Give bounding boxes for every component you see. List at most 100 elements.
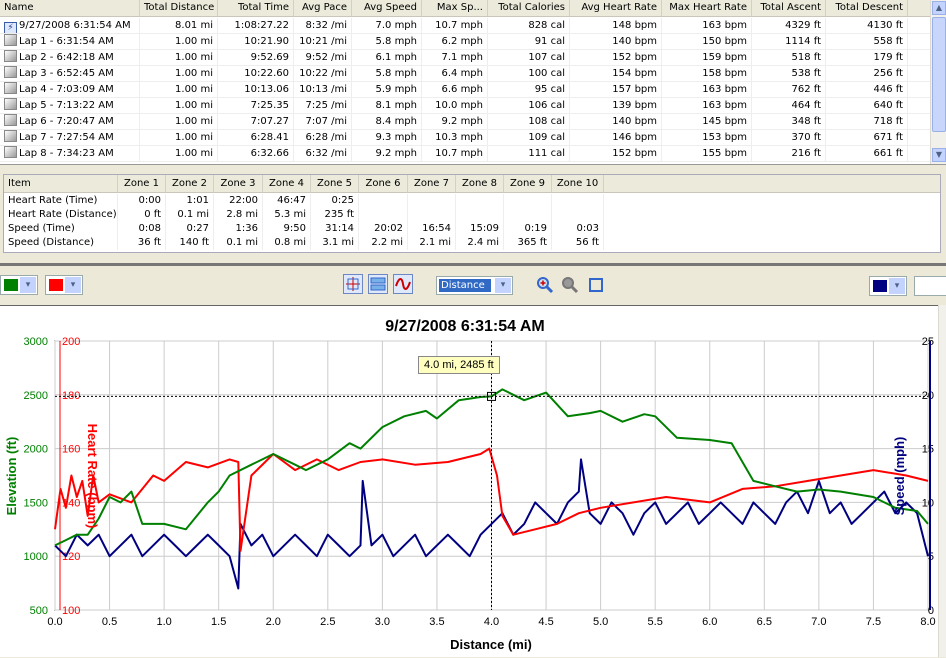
cell-value: 1.00 mi bbox=[175, 116, 213, 127]
table-row[interactable]: Heart Rate (Time) 0:00 1:01 22:00 46:47 0:25 bbox=[4, 194, 940, 208]
cell-value: 10:21.90 bbox=[244, 36, 289, 47]
column-header[interactable]: Zone 2 bbox=[166, 175, 214, 192]
table-row[interactable]: Lap 1 - 6:31:54 AM 1.00 mi 10:21.90 10:21 /… bbox=[0, 34, 930, 50]
zoom-out-icon bbox=[562, 277, 579, 294]
column-header[interactable]: Total Time bbox=[218, 0, 294, 16]
column-header[interactable]: Zone 7 bbox=[408, 175, 456, 192]
cell-value: 0:19 bbox=[524, 223, 547, 234]
cell-value: 0:08 bbox=[138, 223, 161, 234]
cell-value: 179 ft bbox=[873, 52, 903, 63]
table-row[interactable]: Lap 7 - 7:27:54 AM 1.00 mi 6:28.41 6:28 /mi… bbox=[0, 130, 930, 146]
column-header[interactable]: Zone 10 bbox=[552, 175, 604, 192]
table-cell: 10.3 mph bbox=[422, 130, 488, 145]
table-cell: 2.4 mi bbox=[456, 236, 504, 250]
cell-value: 661 ft bbox=[873, 148, 903, 159]
column-header[interactable]: Zone 8 bbox=[456, 175, 504, 192]
cell-value: 6.4 mph bbox=[441, 68, 483, 79]
table-cell: Heart Rate (Distance) bbox=[4, 208, 118, 222]
table-cell: 558 ft bbox=[826, 34, 908, 49]
x-axis-select[interactable]: Distance ▾ bbox=[436, 276, 513, 295]
column-header[interactable]: Total Distance bbox=[140, 0, 218, 16]
table-row[interactable]: Lap 2 - 6:42:18 AM 1.00 mi 9:52.69 9:52 /mi… bbox=[0, 50, 930, 66]
table-cell: Heart Rate (Time) bbox=[4, 194, 118, 208]
cell-value: 7:25 /mi bbox=[305, 100, 347, 111]
column-header[interactable]: Max Heart Rate bbox=[662, 0, 752, 16]
column-header[interactable]: Zone 6 bbox=[359, 175, 408, 192]
table-cell: 146 bpm bbox=[570, 130, 662, 145]
laps-scrollbar[interactable]: ▲ ▼ bbox=[930, 0, 946, 164]
cell-value: 1.00 mi bbox=[175, 84, 213, 95]
column-header[interactable]: Name bbox=[0, 0, 140, 16]
table-cell: 1.00 mi bbox=[140, 34, 218, 49]
crosshair-button[interactable] bbox=[343, 274, 363, 294]
cell-value: 153 bpm bbox=[702, 132, 747, 143]
table-cell: Speed (Time) bbox=[4, 222, 118, 236]
right-color-select-1[interactable]: ▾ bbox=[869, 276, 907, 296]
table-row[interactable]: Speed (Time) 0:08 0:27 1:36 9:50 31:14 20:02 16… bbox=[4, 222, 940, 236]
cell-value: 22:00 bbox=[229, 195, 258, 206]
table-row[interactable]: Lap 4 - 7:03:09 AM 1.00 mi 10:13.06 10:13 /… bbox=[0, 82, 930, 98]
scroll-up-button[interactable]: ▲ bbox=[932, 1, 946, 15]
cell-value: 140 bpm bbox=[612, 36, 657, 47]
cell-value: 1114 ft bbox=[785, 36, 821, 47]
cell-value: 0 ft bbox=[144, 209, 161, 220]
smoothing-button[interactable] bbox=[393, 274, 413, 294]
left-color-select-2[interactable]: ▾ bbox=[45, 275, 83, 295]
table-row[interactable]: ⚡ 9/27/2008 6:31:54 AM 8.01 mi 1:08:27.22 8:… bbox=[0, 18, 930, 34]
column-header[interactable]: Total Calories bbox=[488, 0, 570, 16]
table-cell: 0.1 mi bbox=[166, 208, 214, 222]
x-tick-label: 1.5 bbox=[211, 616, 226, 628]
x-tick-label: 2.5 bbox=[320, 616, 335, 628]
scroll-thumb[interactable] bbox=[932, 17, 946, 132]
zoom-fit-button[interactable] bbox=[587, 276, 605, 294]
column-header[interactable]: Zone 9 bbox=[504, 175, 552, 192]
column-header[interactable]: Total Ascent bbox=[752, 0, 826, 16]
column-header[interactable]: Avg Heart Rate bbox=[570, 0, 662, 16]
zoom-out-button[interactable] bbox=[561, 276, 579, 294]
table-cell: 10:21.90 bbox=[218, 34, 294, 49]
table-cell: 1.00 mi bbox=[140, 130, 218, 145]
laps-table-header: Name Total Distance Total Time Avg Pace Avg … bbox=[0, 0, 930, 17]
x-axis-label: Distance (mi) bbox=[450, 637, 532, 652]
table-cell: 148 bpm bbox=[570, 18, 662, 33]
column-header[interactable]: Zone 1 bbox=[118, 175, 166, 192]
speed-tick-label: 15 bbox=[922, 444, 934, 456]
table-cell: Lap 4 - 7:03:09 AM bbox=[0, 82, 140, 97]
table-row[interactable]: Lap 5 - 7:13:22 AM 1.00 mi 7:25.35 7:25 /mi… bbox=[0, 98, 930, 114]
table-cell: 365 ft bbox=[504, 236, 552, 250]
column-header[interactable]: Zone 3 bbox=[214, 175, 263, 192]
split-chart-button[interactable] bbox=[368, 274, 388, 294]
cell-value: 2.4 mi bbox=[467, 237, 499, 248]
zoom-in-button[interactable] bbox=[536, 276, 554, 294]
column-header[interactable]: Total Descent bbox=[826, 0, 908, 16]
cell-value: 2.8 mi bbox=[226, 209, 258, 220]
table-cell: 0.8 mi bbox=[263, 236, 311, 250]
table-row[interactable]: Speed (Distance) 36 ft 140 ft 0.1 mi 0.8 mi 3… bbox=[4, 236, 940, 250]
table-cell: 640 ft bbox=[826, 98, 908, 113]
column-header[interactable]: Max Sp... bbox=[422, 0, 488, 16]
chart-scrollbar[interactable] bbox=[938, 305, 946, 657]
scroll-down-button[interactable]: ▼ bbox=[932, 148, 946, 162]
right-color-select-2[interactable] bbox=[914, 276, 946, 296]
cell-value: 158 bpm bbox=[702, 68, 747, 79]
cell-value: 10.7 mph bbox=[435, 20, 483, 31]
column-header[interactable]: Item bbox=[4, 175, 118, 192]
table-cell: 7.0 mph bbox=[352, 18, 422, 33]
zoom-in-icon bbox=[537, 277, 554, 294]
splitter[interactable] bbox=[0, 263, 946, 266]
table-row[interactable]: Heart Rate (Distance) 0 ft 0.1 mi 2.8 mi 5.3… bbox=[4, 208, 940, 222]
column-header[interactable]: Avg Pace bbox=[294, 0, 352, 16]
column-header[interactable]: Zone 4 bbox=[263, 175, 311, 192]
table-cell bbox=[504, 208, 552, 222]
column-header[interactable]: Avg Speed bbox=[352, 0, 422, 16]
table-row[interactable]: Lap 8 - 7:34:23 AM 1.00 mi 6:32.66 6:32 /mi… bbox=[0, 146, 930, 162]
lap-icon bbox=[4, 98, 17, 110]
heart-rate-tick-label: 200 bbox=[62, 336, 80, 348]
column-header[interactable]: Zone 5 bbox=[311, 175, 359, 192]
left-color-select-1[interactable]: ▾ bbox=[0, 275, 38, 295]
cell-value: 9:50 bbox=[283, 223, 306, 234]
table-row[interactable]: Lap 3 - 6:52:45 AM 1.00 mi 10:22.60 10:22 /… bbox=[0, 66, 930, 82]
table-cell: 159 bpm bbox=[662, 50, 752, 65]
cell-value: 146 bpm bbox=[612, 132, 657, 143]
table-row[interactable]: Lap 6 - 7:20:47 AM 1.00 mi 7:07.27 7:07 /mi… bbox=[0, 114, 930, 130]
